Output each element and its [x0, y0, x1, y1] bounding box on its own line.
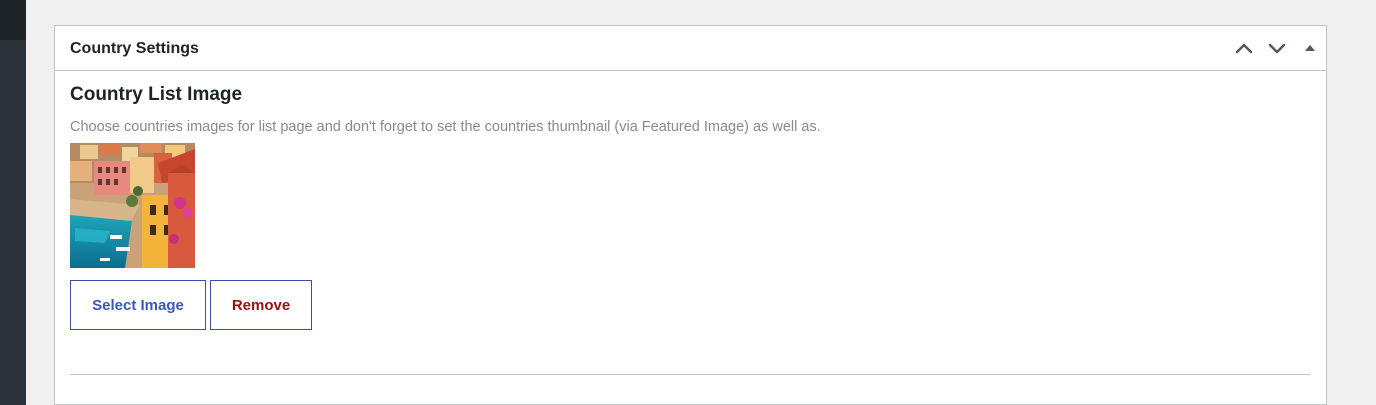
chevron-down-icon: [1268, 43, 1285, 54]
handle-actions: [1227, 26, 1326, 70]
admin-sidebar: [0, 0, 26, 405]
move-up-button[interactable]: [1227, 26, 1260, 70]
country-settings-metabox: Country Settings Country List Image Choo…: [54, 25, 1327, 405]
move-down-button[interactable]: [1260, 26, 1293, 70]
country-image-thumbnail: [70, 143, 195, 268]
admin-sidebar-top: [0, 0, 26, 40]
field-divider: [70, 374, 1311, 375]
metabox-header: Country Settings: [55, 26, 1326, 71]
coastal-village-image: [70, 143, 195, 268]
field-description: Choose countries images for list page an…: [70, 119, 821, 135]
chevron-up-icon: [1235, 43, 1252, 54]
remove-image-button[interactable]: Remove: [210, 280, 312, 330]
metabox-title: Country Settings: [70, 40, 199, 57]
toggle-panel-button[interactable]: [1293, 26, 1326, 70]
triangle-up-icon: [1304, 45, 1315, 51]
select-image-button[interactable]: Select Image: [70, 280, 206, 330]
field-title: Country List Image: [70, 84, 243, 105]
